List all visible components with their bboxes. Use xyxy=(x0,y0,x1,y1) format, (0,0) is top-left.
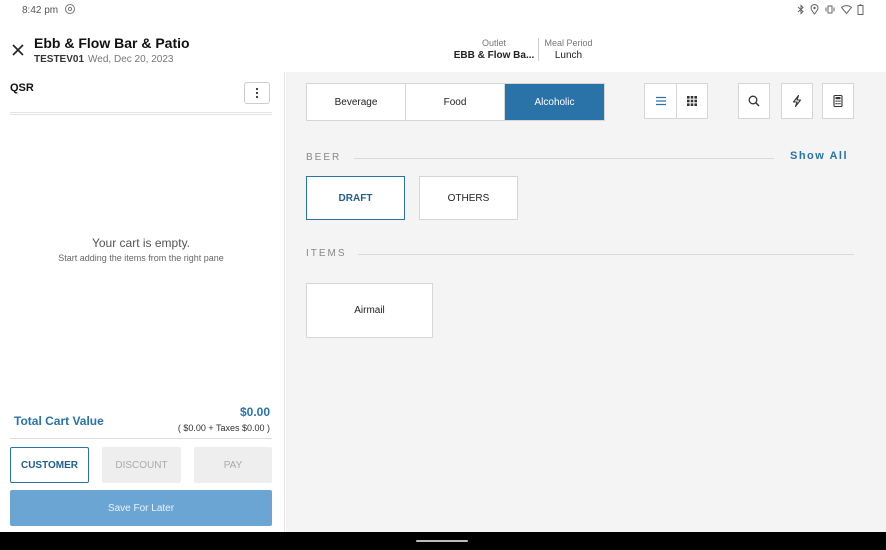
list-view-icon xyxy=(655,96,666,106)
bluetooth-icon xyxy=(797,4,804,15)
system-icons xyxy=(797,4,864,15)
status-bar: 8:42 pm xyxy=(0,0,886,22)
app-header: Ebb & Flow Bar & Patio TESTEV01 Wed, Dec … xyxy=(0,22,886,70)
outlet-value: EBB & Flow Ba... xyxy=(453,50,535,61)
location-icon xyxy=(810,4,819,15)
category-tabs: Beverage Food Alcoholic xyxy=(306,83,605,121)
cart-more-button[interactable] xyxy=(244,82,270,104)
empty-cart-title: Your cart is empty. xyxy=(91,236,191,250)
show-all-link[interactable]: Show All xyxy=(790,150,848,162)
subcategory-draft[interactable]: DRAFT xyxy=(306,176,405,220)
venue-name: Ebb & Flow Bar & Patio xyxy=(34,35,190,51)
vibrate-icon xyxy=(825,5,835,14)
save-for-later-button[interactable]: Save For Later xyxy=(10,490,272,526)
list-view-button[interactable] xyxy=(644,83,676,119)
calculator-icon xyxy=(833,94,843,108)
status-time: 8:42 pm xyxy=(22,5,59,16)
menu-item-airmail[interactable]: Airmail xyxy=(306,283,433,338)
pay-button[interactable]: PAY xyxy=(194,447,272,483)
tab-alcoholic[interactable]: Alcoholic xyxy=(505,84,604,120)
search-icon xyxy=(748,95,760,107)
camera-icon xyxy=(65,4,75,14)
cart-separator xyxy=(10,112,272,115)
business-date: Wed, Dec 20, 2023 xyxy=(88,54,174,65)
quick-action-button[interactable] xyxy=(781,83,813,119)
items-section-heading: ITEMS xyxy=(306,248,347,259)
tab-beverage[interactable]: Beverage xyxy=(307,84,406,120)
grid-view-icon xyxy=(687,96,697,106)
cart-pane: QSR Your cart is empty. Start adding the… xyxy=(0,72,285,532)
beer-section-heading: BEER xyxy=(306,152,342,163)
customer-button[interactable]: CUSTOMER xyxy=(10,447,89,483)
order-type-label: QSR xyxy=(10,82,34,94)
items-section-divider xyxy=(358,254,854,255)
flash-icon xyxy=(792,94,802,108)
battery-icon xyxy=(857,4,864,15)
kebab-menu-icon xyxy=(255,87,259,99)
tab-food[interactable]: Food xyxy=(406,84,505,120)
meal-period-selector[interactable]: Meal Period Lunch xyxy=(538,38,594,61)
subcategory-others[interactable]: OTHERS xyxy=(419,176,518,220)
grid-view-button[interactable] xyxy=(676,83,708,119)
total-cart-breakdown: ( $0.00 + Taxes $0.00 ) xyxy=(177,423,270,433)
system-nav-bar xyxy=(0,532,886,550)
search-button[interactable] xyxy=(738,83,770,119)
discount-button[interactable]: DISCOUNT xyxy=(102,447,181,483)
meal-period-value: Lunch xyxy=(554,50,583,61)
outlet-label: Outlet xyxy=(481,38,506,48)
home-gesture-handle[interactable] xyxy=(416,540,468,542)
wifi-icon xyxy=(841,5,852,15)
terminal-code: TESTEV01 xyxy=(34,54,85,65)
terminal-subline: TESTEV01 Wed, Dec 20, 2023 xyxy=(34,54,173,65)
beer-section-divider xyxy=(354,158,774,159)
total-cart-label: Total Cart Value xyxy=(14,414,104,428)
total-cart-value: $0.00 xyxy=(239,405,270,419)
menu-pane: Beverage Food Alcoholic BEER Show All DR… xyxy=(286,72,886,532)
calculator-button[interactable] xyxy=(822,83,854,119)
total-divider xyxy=(10,438,272,439)
close-icon[interactable] xyxy=(10,42,26,58)
meal-period-label: Meal Period xyxy=(544,38,593,48)
outlet-selector[interactable]: Outlet EBB & Flow Ba... xyxy=(452,38,536,61)
empty-cart-subtitle: Start adding the items from the right pa… xyxy=(58,253,224,263)
